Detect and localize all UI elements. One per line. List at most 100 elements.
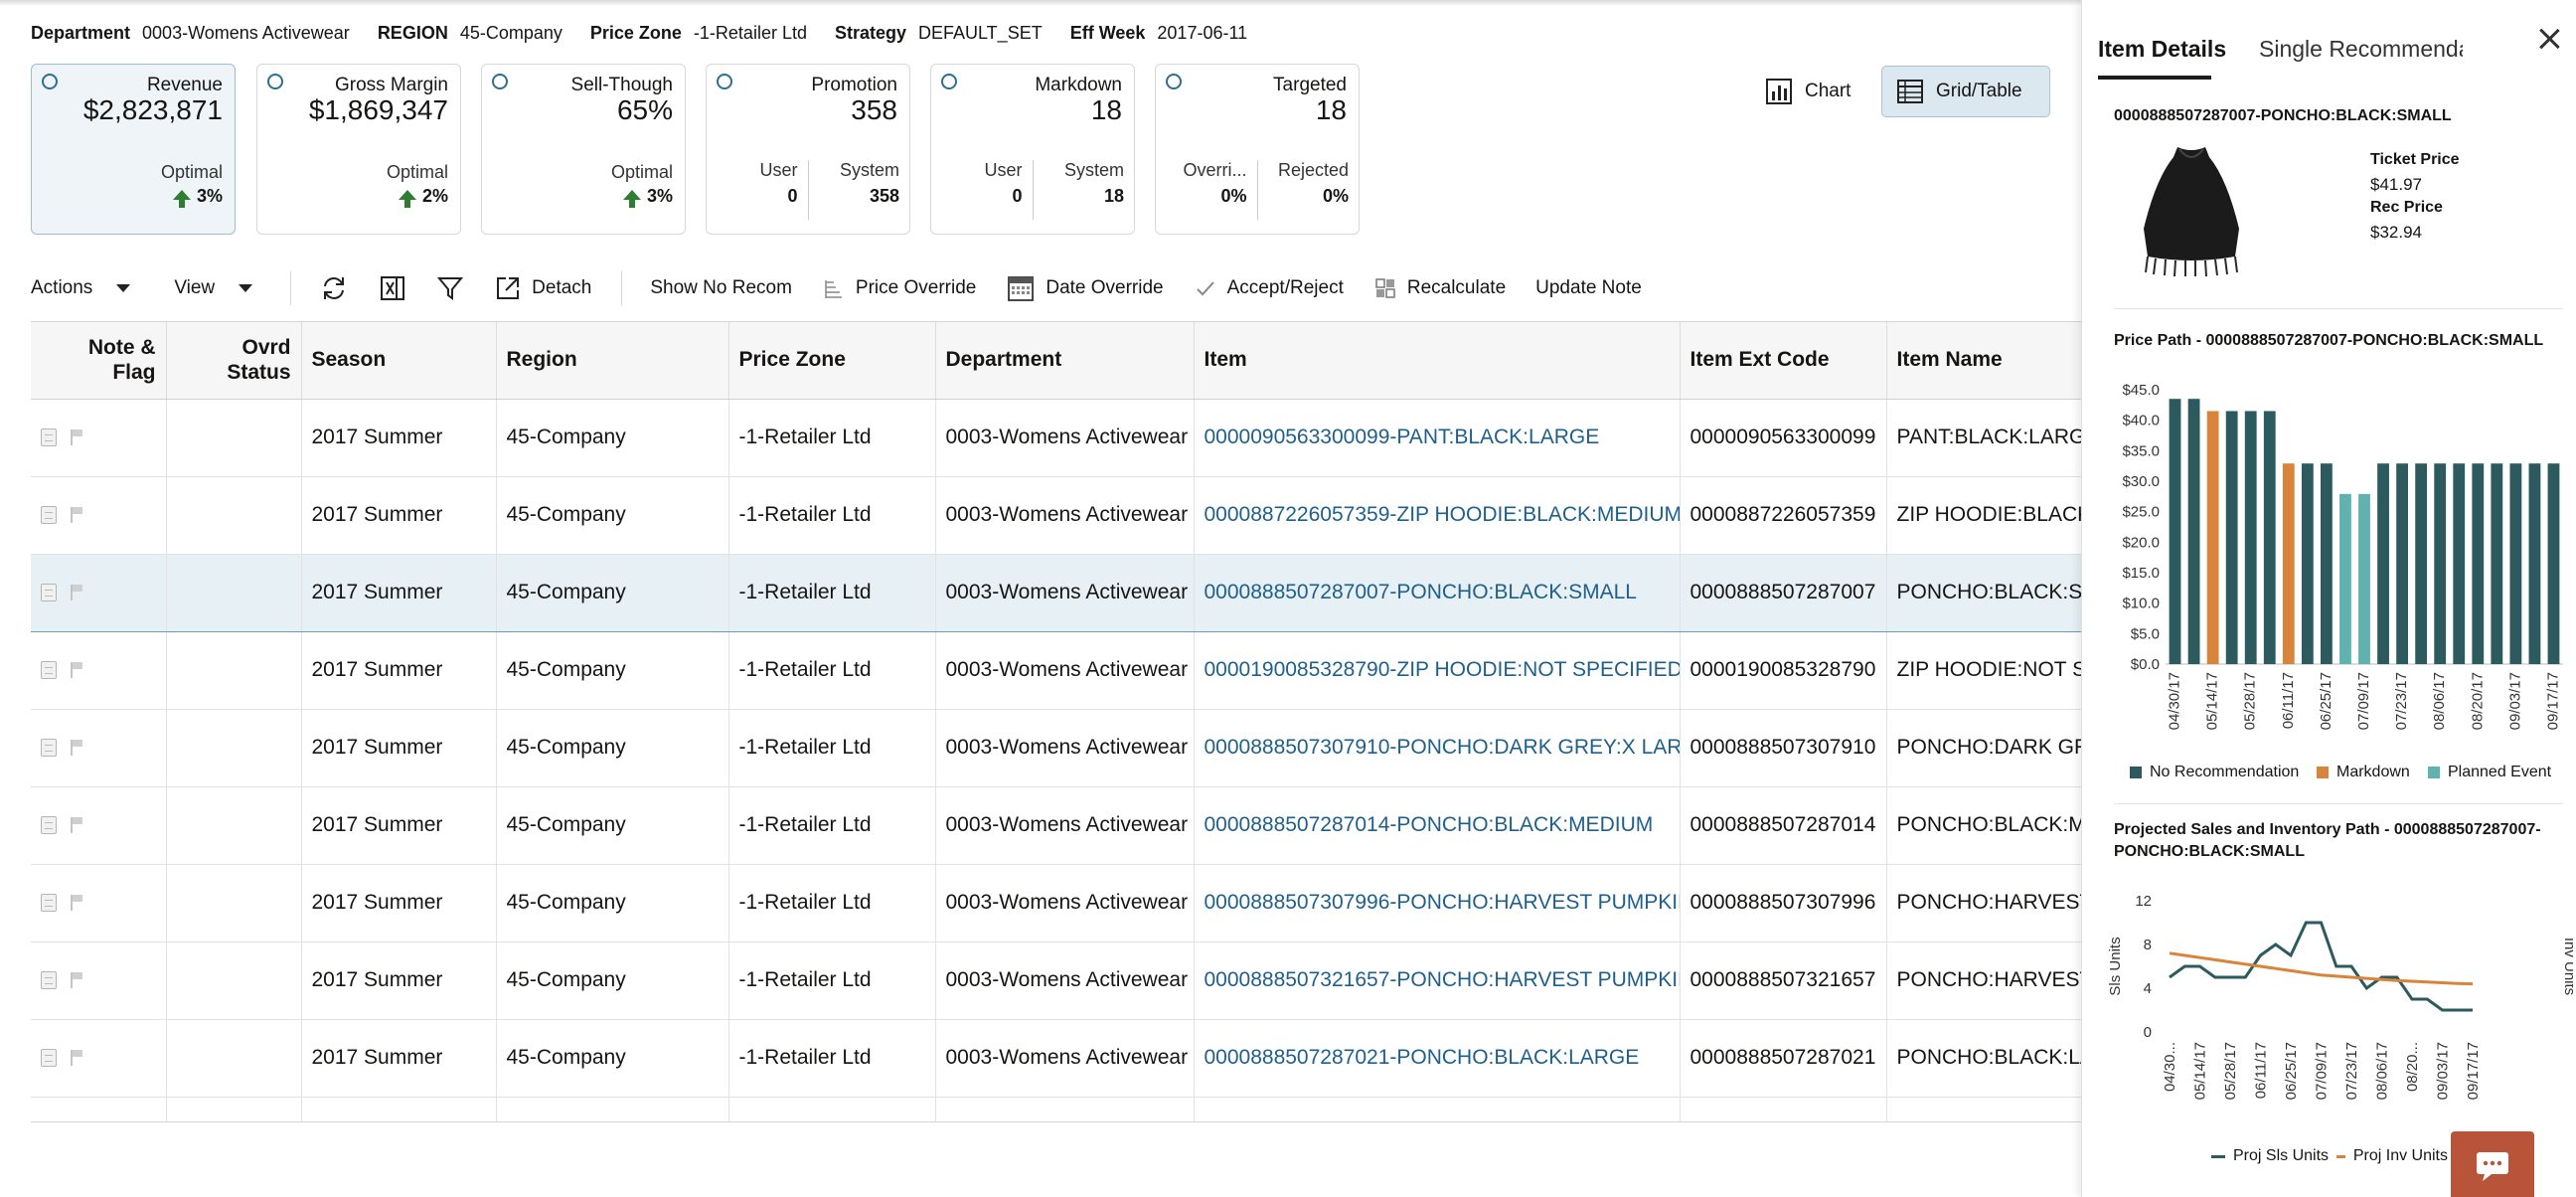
chart-view-label: Chart (1805, 81, 1852, 101)
tab-single-recommendation[interactable]: Single Recommenda (2259, 36, 2463, 63)
note-icon[interactable] (41, 739, 57, 758)
tab-item-details[interactable]: Item Details (2098, 36, 2226, 63)
radio-icon[interactable] (42, 74, 58, 89)
note-icon[interactable] (41, 971, 57, 990)
column-header-item[interactable]: Item (1194, 322, 1681, 400)
radio-icon[interactable] (1166, 74, 1182, 89)
filter-button[interactable] (436, 274, 464, 302)
kpi-tile-markdown[interactable]: Markdown 18 User 0 System 18 (930, 64, 1135, 235)
table-row[interactable]: 2017 Summer 45-Company -1-Retailer Ltd 0003… (31, 709, 2081, 787)
table-row[interactable]: 2017 Summer 45-Company -1-Retailer Ltd 0003… (31, 786, 2081, 865)
note-icon[interactable] (41, 584, 57, 602)
note-icon[interactable] (41, 1049, 57, 1068)
recalculate-label: Recalculate (1406, 277, 1507, 298)
price-zone-cell: -1-Retailer Ltd (728, 553, 936, 632)
item-link[interactable]: 0000090563300099-PANT:BLACK:LARGE (1205, 426, 1600, 448)
note-icon[interactable] (41, 816, 57, 835)
radio-icon[interactable] (717, 74, 732, 89)
flag-icon[interactable] (69, 1049, 84, 1067)
arrow-up-icon (172, 189, 191, 208)
note-icon[interactable] (41, 661, 57, 680)
flag-icon[interactable] (69, 894, 84, 912)
season-cell: 2017 Summer (301, 631, 497, 710)
table-row[interactable]: 2017 Summer 45-Company -1-Retailer Ltd 0003… (31, 631, 2081, 710)
kpi-tile-targeted[interactable]: Targeted 18 Overri... 0% Rejected 0% (1155, 64, 1360, 235)
flag-icon[interactable] (69, 584, 84, 601)
rec-price-label: Rec Price (2370, 199, 2443, 216)
view-menu[interactable]: View (174, 277, 253, 299)
price-zone-cell: -1-Retailer Ltd (728, 631, 936, 710)
chart-view-button[interactable]: Chart (1751, 66, 1868, 117)
x-tick-label: 08/20/17 (2469, 672, 2486, 730)
column-header-label: Price Zone (738, 348, 846, 372)
flag-icon[interactable] (69, 816, 84, 834)
column-header-season[interactable]: Season (301, 322, 497, 400)
item-name-cell: PONCHO:BLACK:LARGE (1886, 1019, 2081, 1098)
flag-icon[interactable] (69, 428, 84, 446)
show-no-recom-button[interactable]: Show No Recom (650, 277, 792, 299)
legend-label: Proj Inv Units (2352, 1147, 2448, 1164)
export-excel-button[interactable] (379, 274, 406, 302)
rec-price-value: $32.94 (2370, 223, 2422, 242)
chevron-down-icon (116, 284, 131, 292)
item-link[interactable]: 0000887226057359-ZIP HOODIE:BLACK:MEDIUM (1205, 503, 1680, 526)
radio-icon[interactable] (267, 74, 283, 89)
detach-button[interactable]: Detach (494, 274, 591, 302)
refresh-button[interactable] (319, 273, 349, 303)
radio-icon[interactable] (941, 74, 957, 89)
actions-menu[interactable]: Actions (31, 277, 131, 299)
table-row[interactable]: 2017 Summer 45-Company -1-Retailer Ltd 0003… (31, 399, 2081, 477)
column-header-note-flag[interactable]: Note & Flag (31, 322, 167, 400)
table-row[interactable]: 2017 Summer 45-Company -1-Retailer Ltd 0003… (31, 476, 2081, 555)
empty-cell (496, 1097, 729, 1122)
price-override-button[interactable]: Price Override (822, 276, 976, 300)
item-link[interactable]: 0000888507321657-PONCHO:HARVEST PUMPKIN (1205, 968, 1680, 991)
item-link[interactable]: 0000190085328790-ZIP HOODIE:NOT SPECIFIE… (1205, 658, 1680, 681)
accept-reject-button[interactable]: Accept/Reject (1194, 276, 1344, 300)
item-link[interactable]: 0000888507307910-PONCHO:DARK GREY:X LARG… (1205, 736, 1680, 759)
price-bar (2453, 463, 2466, 664)
kpi-tile-revenue[interactable]: Revenue $2,823,871 Optimal 3% (31, 64, 236, 235)
column-header-price-zone[interactable]: Price Zone (728, 322, 936, 400)
recalculate-button[interactable]: Recalculate (1373, 276, 1506, 300)
item-link[interactable]: 0000888507287014-PONCHO:BLACK:MEDIUM (1205, 813, 1654, 836)
filter-label-region: REGION (377, 22, 448, 43)
grid-view-button[interactable]: Grid/Table (1881, 66, 2050, 117)
close-icon[interactable] (2536, 26, 2562, 52)
column-header-ovrd-status[interactable]: Ovrd Status (166, 322, 302, 400)
table-row[interactable]: 2017 Summer 45-Company -1-Retailer Ltd 0003… (31, 941, 2081, 1020)
kpi-tile-sell-through[interactable]: Sell-Though 65% Optimal 3% (481, 64, 686, 235)
kpi-tile-gross-margin[interactable]: Gross Margin $1,869,347 Optimal 2% (256, 64, 461, 235)
kpi-status: Optimal (610, 162, 673, 182)
table-row[interactable]: 2017 Summer 45-Company -1-Retailer Ltd 0003… (31, 1019, 2081, 1098)
kpi-tile-promotion[interactable]: Promotion 358 User 0 System 358 (706, 64, 910, 235)
kpi-split-label: User (759, 160, 798, 180)
column-header-item-name[interactable]: Item Name (1886, 322, 2081, 400)
update-note-button[interactable]: Update Note (1535, 277, 1642, 299)
radio-icon[interactable] (492, 74, 508, 89)
kpi-split-label: Rejected (1277, 160, 1349, 180)
kpi-split: Overri... 0% Rejected 0% (1156, 160, 1359, 220)
note-icon[interactable] (41, 506, 57, 525)
flag-icon[interactable] (69, 661, 84, 679)
item-link[interactable]: 0000888507307996-PONCHO:HARVEST PUMPKIN (1205, 891, 1680, 914)
note-icon[interactable] (41, 428, 57, 447)
table-row[interactable]: 2017 Summer 45-Company -1-Retailer Ltd 0003… (31, 864, 2081, 942)
column-header-department[interactable]: Department (935, 322, 1195, 400)
flag-icon[interactable] (69, 506, 84, 524)
column-header-region[interactable]: Region (496, 322, 729, 400)
date-override-button[interactable]: Date Override (1006, 273, 1164, 303)
flag-icon[interactable] (69, 971, 84, 989)
empty-cell (1194, 1097, 1681, 1122)
price-bar (2339, 493, 2351, 664)
chat-button[interactable] (2451, 1131, 2534, 1197)
table-row[interactable]: 2017 Summer 45-Company -1-Retailer Ltd 0003… (31, 553, 2081, 632)
column-header-item-ext-code[interactable]: Item Ext Code (1680, 322, 1887, 400)
kpi-label: Sell-Though (570, 75, 673, 95)
column-header-label: Ovrd Status (227, 336, 291, 385)
item-link[interactable]: 0000888507287021-PONCHO:BLACK:LARGE (1205, 1046, 1640, 1069)
column-header-label: Season (311, 348, 387, 372)
flag-icon[interactable] (69, 739, 84, 757)
item-link[interactable]: 0000888507287007-PONCHO:BLACK:SMALL (1205, 581, 1637, 603)
note-icon[interactable] (41, 894, 57, 913)
